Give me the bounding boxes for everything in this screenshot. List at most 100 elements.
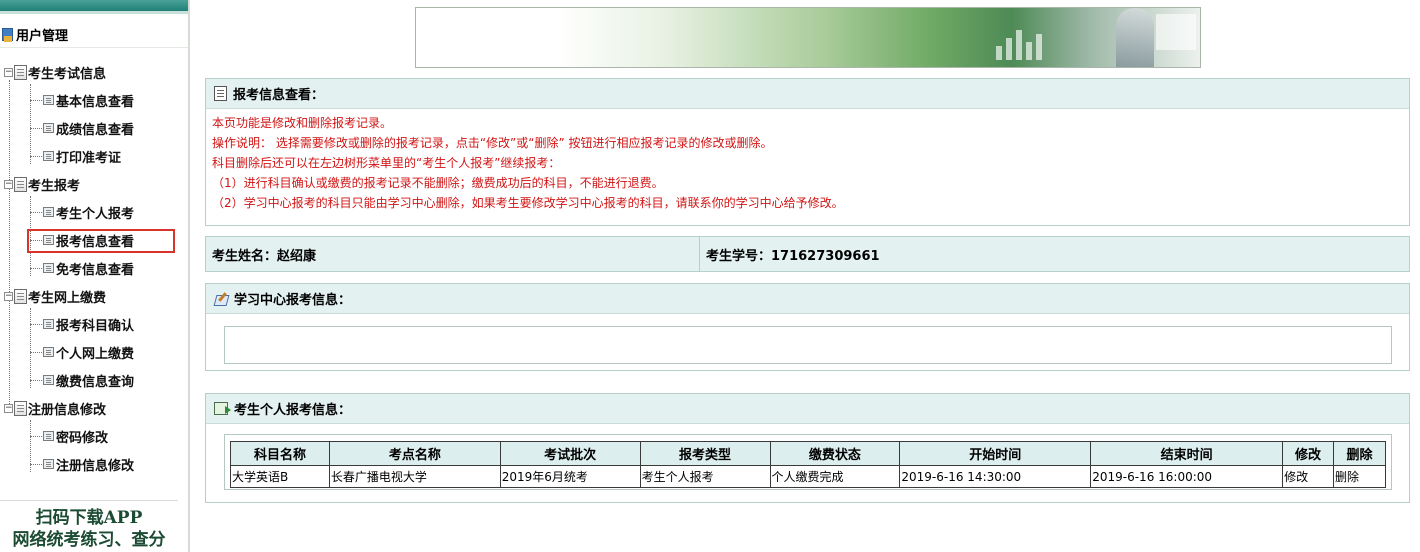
folder-icon [14, 64, 27, 80]
table-header-row: 科目名称 考点名称 考试批次 报考类型 缴费状态 开始时间 结束时间 修改 删除 [230, 441, 1386, 466]
tree-item-subject-confirm[interactable]: 报考科目确认 [30, 314, 134, 334]
document-icon [43, 375, 54, 385]
collapse-icon[interactable]: − [4, 403, 13, 413]
column-header: 报考类型 [639, 441, 771, 466]
tree-item-basic-info[interactable]: 基本信息查看 [30, 90, 134, 110]
banner-screen-graphic [1156, 14, 1196, 50]
promo-line: 网络统考练习、查分 [12, 530, 166, 550]
collapse-icon[interactable]: − [4, 291, 13, 301]
folder-icon [14, 288, 27, 304]
document-icon [43, 263, 54, 273]
tree-group-label: 考生考试信息 [28, 66, 107, 82]
column-header: 修改 [1282, 441, 1334, 466]
tree-item-label: 个人网上缴费 [56, 346, 135, 362]
section-title: 考生个人报考信息： [234, 403, 352, 418]
tree-item-account-info-edit[interactable]: 注册信息修改 [30, 454, 134, 474]
report-info-header: 报考信息查看： [206, 79, 1409, 109]
document-icon [43, 319, 54, 329]
tree-item-exemption-info[interactable]: 免考信息查看 [30, 258, 134, 278]
tree-group-label: 注册信息修改 [28, 402, 107, 418]
instructions-text: 本页功能是修改和删除报考记录。 操作说明： 选择需要修改或删除的报考记录，点击“… [206, 109, 1409, 217]
tree-item-label: 免考信息查看 [56, 262, 135, 278]
column-header: 考点名称 [328, 441, 501, 466]
cell-subject: 大学英语B [230, 465, 330, 488]
tree-connector [9, 80, 10, 410]
personal-registration-panel: 考生个人报考信息： 科目名称 考点名称 考试批次 报考类型 缴费状态 开始时间 … [205, 393, 1410, 503]
cell-batch: 2019年6月统考 [499, 465, 641, 488]
sidebar-top-bar [0, 0, 188, 14]
student-id: 考生学号：171627309661 [706, 248, 880, 264]
section-title: 学习中心报考信息： [234, 293, 352, 308]
tree-branch [30, 323, 42, 325]
tree-branch [30, 379, 42, 381]
tree-group-label: 考生网上缴费 [28, 290, 107, 306]
student-info-row: 考生姓名：赵绍康 考生学号：171627309661 [205, 236, 1410, 272]
notepad-icon [214, 86, 227, 101]
tree-item-label: 考生个人报考 [56, 206, 135, 222]
tree-branch [30, 211, 42, 213]
tree-branch [30, 155, 42, 157]
banner-person-graphic [1116, 8, 1154, 67]
instruction-line: （2）学习中心报考的科目只能由学习中心删除，如果考生要修改学习中心报考的科目，请… [212, 196, 844, 210]
tree-item-label: 报考科目确认 [56, 318, 135, 334]
user-management-label: 用户管理 [16, 29, 69, 44]
tree-item-label: 注册信息修改 [56, 458, 135, 474]
tree-item-print-admission[interactable]: 打印准考证 [30, 146, 121, 166]
tree-branch [30, 463, 42, 465]
tree-item-payment-query[interactable]: 缴费信息查询 [30, 370, 134, 390]
tree-item-personal-payment[interactable]: 个人网上缴费 [30, 342, 134, 362]
tree-item-score-info[interactable]: 成绩信息查看 [30, 118, 134, 138]
tree-item-password-change[interactable]: 密码修改 [30, 426, 108, 446]
instruction-line: （1）进行科目确认或缴费的报考记录不能删除；缴费成功后的科目，不能进行退费。 [212, 176, 664, 190]
document-icon [43, 151, 54, 161]
column-header: 科目名称 [230, 441, 330, 466]
banner-chart-graphic [996, 20, 1106, 60]
document-icon [43, 123, 54, 133]
tree-branch [30, 267, 42, 269]
user-management-icon [2, 27, 13, 42]
cell-site: 长春广播电视大学 [328, 465, 501, 488]
instruction-line: 科目删除后还可以在左边树形菜单里的“考生个人报考”继续报考： [212, 156, 561, 170]
tree-group-account-edit[interactable]: − 注册信息修改 [4, 398, 106, 418]
collapse-icon[interactable]: − [4, 179, 13, 189]
document-icon [43, 459, 54, 469]
document-icon [43, 207, 54, 217]
tree-branch [30, 435, 42, 437]
form-entry-icon [214, 402, 231, 415]
active-item-highlight [27, 229, 175, 253]
promo-line: 扫码下载APP [35, 508, 143, 528]
table-row: 大学英语B 长春广播电视大学 2019年6月统考 考生个人报考 个人缴费完成 2… [230, 465, 1386, 488]
header-banner [415, 7, 1201, 68]
collapse-icon[interactable]: − [4, 67, 13, 77]
tree-group-online-payment[interactable]: − 考生网上缴费 [4, 286, 106, 306]
cell-type: 考生个人报考 [639, 465, 771, 488]
delete-link[interactable]: 删除 [1333, 465, 1386, 488]
center-registration-header: 学习中心报考信息： [206, 284, 1409, 314]
tree-group-registration[interactable]: − 考生报考 [4, 174, 80, 194]
tree-item-label: 基本信息查看 [56, 94, 135, 110]
document-icon [43, 95, 54, 105]
document-icon [43, 347, 54, 357]
folder-icon [14, 400, 27, 416]
tree-item-personal-register[interactable]: 考生个人报考 [30, 202, 134, 222]
registration-table: 科目名称 考点名称 考试批次 报考类型 缴费状态 开始时间 结束时间 修改 删除… [230, 441, 1386, 488]
center-registration-empty-box [224, 326, 1392, 364]
student-name: 考生姓名：赵绍康 [206, 237, 700, 271]
edit-pen-icon [214, 292, 228, 305]
tree-item-label: 打印准考证 [56, 150, 122, 166]
column-header: 删除 [1333, 441, 1386, 466]
column-header: 开始时间 [899, 441, 1092, 466]
sidebar-nav: 用户管理 − 考生考试信息 基本信息查看 成绩信息查看 打印准考证 − 考生报考… [0, 0, 190, 552]
tree-item-label: 缴费信息查询 [56, 374, 135, 390]
user-management-header[interactable]: 用户管理 [0, 22, 188, 48]
tree-group-exam-info[interactable]: − 考生考试信息 [4, 62, 106, 82]
column-header: 缴费状态 [769, 441, 901, 466]
instruction-line: 操作说明： 选择需要修改或删除的报考记录，点击“修改”或“删除” 按钮进行相应报… [212, 136, 773, 150]
report-info-panel: 报考信息查看： 本页功能是修改和删除报考记录。 操作说明： 选择需要修改或删除的… [205, 78, 1410, 226]
center-registration-panel: 学习中心报考信息： [205, 283, 1410, 371]
edit-link[interactable]: 修改 [1282, 465, 1334, 488]
app-download-promo[interactable]: 扫码下载APP 网络统考练习、查分 [0, 500, 178, 552]
page-title: 报考信息查看： [233, 88, 325, 103]
tree-group-label: 考生报考 [28, 178, 81, 194]
instruction-line: 本页功能是修改和删除报考记录。 [212, 116, 393, 130]
